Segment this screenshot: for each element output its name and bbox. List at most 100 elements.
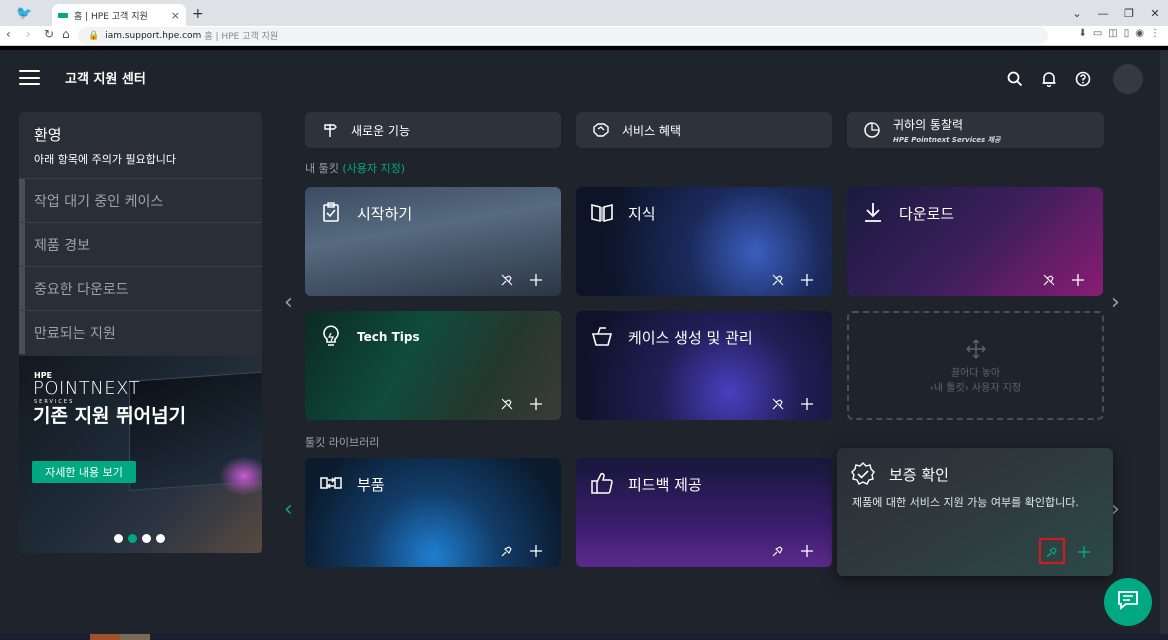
library-card-warranty[interactable]: 보증 확인 제품에 대한 서비스 지원 가능 여부를 확인합니다. bbox=[837, 448, 1113, 576]
library-chevron-left-icon[interactable]: ‹ bbox=[284, 497, 293, 522]
sidebar-item-pending-cases[interactable]: 작업 대기 중인 케이스 bbox=[19, 178, 262, 222]
tool-card-title: Tech Tips bbox=[357, 330, 420, 344]
back-icon[interactable]: ‹ bbox=[6, 27, 11, 41]
hamburger-menu-icon[interactable] bbox=[19, 70, 40, 85]
move-icon[interactable] bbox=[800, 544, 814, 558]
unpin-icon[interactable] bbox=[500, 397, 514, 411]
download-icon bbox=[861, 200, 885, 224]
unpin-icon[interactable] bbox=[1042, 273, 1056, 287]
learn-more-button[interactable]: 자세한 내용 보기 bbox=[32, 461, 136, 483]
browser-tab-active[interactable]: 홈 | HPE 고객 지원 × bbox=[52, 4, 186, 26]
tool-card-case-management[interactable]: 케이스 생성 및 관리 bbox=[576, 311, 832, 420]
move-icon[interactable] bbox=[529, 544, 543, 558]
move-icon[interactable] bbox=[529, 397, 543, 411]
welcome-panel: 환영 아래 항목에 주의가 필요합니다 작업 대기 중인 케이스 제품 경보 중… bbox=[19, 112, 262, 553]
sidebar-item-label: 제품 경보 bbox=[34, 237, 90, 254]
pin-highlight-box bbox=[1039, 538, 1065, 564]
sidebar-item-label: 중요한 다운로드 bbox=[34, 281, 129, 298]
quick-link-label: 귀하의 통찰력 bbox=[893, 117, 964, 132]
tool-card-title: 시작하기 bbox=[357, 205, 413, 223]
card-controls bbox=[1042, 273, 1085, 287]
tool-card-knowledge[interactable]: 지식 bbox=[576, 187, 832, 296]
carousel-dot[interactable] bbox=[114, 534, 123, 543]
move-icon[interactable] bbox=[1071, 273, 1085, 287]
sidebar-item-expiring-support[interactable]: 만료되는 지원 bbox=[19, 310, 262, 354]
carousel-dot-active[interactable] bbox=[128, 534, 137, 543]
card-controls bbox=[771, 273, 814, 287]
sidebar-item-important-downloads[interactable]: 중요한 다운로드 bbox=[19, 266, 262, 310]
window-controls: ⌄ — ❐ ✕ bbox=[1064, 0, 1168, 26]
hpe-favicon bbox=[58, 12, 68, 18]
promo-glow-decoration bbox=[219, 456, 262, 496]
new-tab-button[interactable]: + bbox=[192, 6, 204, 22]
carousel-dot[interactable] bbox=[156, 534, 165, 543]
carousel-dot[interactable] bbox=[142, 534, 151, 543]
signpost-icon bbox=[321, 121, 339, 139]
minimize-icon[interactable]: — bbox=[1090, 0, 1116, 26]
app-header: 고객 지원 센터 bbox=[0, 50, 1160, 104]
help-icon[interactable] bbox=[1073, 69, 1093, 89]
unpin-icon[interactable] bbox=[771, 273, 785, 287]
restore-icon[interactable]: ❐ bbox=[1116, 0, 1142, 26]
move-icon[interactable] bbox=[800, 273, 814, 287]
move-icon[interactable] bbox=[1077, 545, 1091, 559]
promo-headline: 기존 지원 뛰어넘기 bbox=[33, 405, 187, 427]
quick-link-label: 새로운 기능 bbox=[351, 123, 411, 138]
tab-search-icon[interactable]: ⌄ bbox=[1064, 0, 1090, 26]
tool-card-getting-started[interactable]: 시작하기 bbox=[305, 187, 561, 296]
sidebar-item-label: 작업 대기 중인 케이스 bbox=[34, 193, 164, 210]
bell-icon[interactable] bbox=[1039, 69, 1059, 89]
toolkit-drop-zone[interactable]: 끌어다 놓아 ‹내 툴킷› 사용자 지정 bbox=[847, 311, 1104, 420]
quick-link-sublabel: HPE Pointnext Services 제공 bbox=[893, 135, 1001, 144]
card-controls bbox=[771, 544, 814, 558]
tool-card-title: 다운로드 bbox=[899, 205, 955, 223]
profile-icon[interactable]: ◉ bbox=[1135, 28, 1144, 39]
drop-zone-text-2: ‹내 툴킷› 사용자 지정 bbox=[929, 383, 1022, 394]
cast-icon[interactable]: ▭ bbox=[1093, 28, 1102, 39]
address-bar: ‹ › ↻ ⌂ 🔒 iam.support.hpe.com 홈 | HPE 고객… bbox=[0, 26, 1168, 46]
screenshot-icon[interactable]: ◫ bbox=[1108, 28, 1117, 39]
twitter-tab-icon[interactable]: 🐦 bbox=[0, 4, 50, 26]
close-window-icon[interactable]: ✕ bbox=[1142, 0, 1168, 26]
service-benefits-button[interactable]: 서비스 혜택 bbox=[576, 112, 832, 148]
pin-icon[interactable] bbox=[771, 544, 785, 558]
page-scrollbar[interactable] bbox=[1160, 50, 1168, 636]
search-icon[interactable] bbox=[1005, 69, 1025, 89]
chat-icon bbox=[1117, 590, 1139, 614]
pin-icon[interactable] bbox=[500, 544, 514, 558]
move-icon bbox=[849, 339, 1102, 362]
url-page-title: 홈 | HPE 고객 지원 bbox=[204, 32, 279, 42]
promo-banner[interactable]: HPE POINTNEXT SERVICES 기존 지원 뛰어넘기 자세한 내용… bbox=[19, 356, 262, 553]
tab-title: 홈 | HPE 고객 지원 bbox=[74, 11, 148, 22]
forward-icon[interactable]: › bbox=[26, 27, 31, 41]
chat-button[interactable] bbox=[1104, 578, 1152, 626]
reload-icon[interactable]: ↻ bbox=[44, 27, 54, 41]
taskbar-item[interactable] bbox=[120, 634, 150, 640]
carousel-dots bbox=[114, 534, 165, 543]
sidepanel-icon[interactable]: ▯ bbox=[1124, 28, 1130, 39]
move-icon[interactable] bbox=[529, 273, 543, 287]
browser-tabbar: 🐦 홈 | HPE 고객 지원 × + ⌄ — ❐ ✕ bbox=[0, 0, 1168, 26]
your-insights-button[interactable]: 귀하의 통찰력 HPE Pointnext Services 제공 bbox=[847, 112, 1104, 148]
move-icon[interactable] bbox=[800, 397, 814, 411]
url-field[interactable]: 🔒 iam.support.hpe.com 홈 | HPE 고객 지원 bbox=[78, 27, 1048, 44]
tool-card-tech-tips[interactable]: Tech Tips bbox=[305, 311, 561, 420]
menu-icon[interactable]: ⋮ bbox=[1150, 28, 1160, 39]
sidebar-item-product-alerts[interactable]: 제품 경보 bbox=[19, 222, 262, 266]
welcome-title: 환영 bbox=[34, 126, 62, 144]
extensions-icon[interactable]: ⬇ bbox=[1078, 28, 1086, 39]
whats-new-button[interactable]: 새로운 기능 bbox=[305, 112, 561, 148]
unpin-icon[interactable] bbox=[500, 273, 514, 287]
customize-link[interactable]: (사용자 지정) bbox=[342, 162, 405, 175]
chevron-left-icon[interactable]: ‹ bbox=[284, 290, 293, 315]
library-card-parts[interactable]: 부품 bbox=[305, 458, 561, 567]
taskbar-item[interactable] bbox=[90, 634, 120, 640]
home-icon[interactable]: ⌂ bbox=[62, 27, 70, 41]
chevron-right-icon[interactable]: › bbox=[1111, 290, 1120, 315]
close-tab-icon[interactable]: × bbox=[171, 9, 180, 22]
avatar[interactable] bbox=[1113, 64, 1143, 94]
library-card-feedback[interactable]: 피드백 제공 bbox=[576, 458, 832, 567]
basket-icon bbox=[590, 324, 614, 348]
tool-card-downloads[interactable]: 다운로드 bbox=[847, 187, 1103, 296]
unpin-icon[interactable] bbox=[771, 397, 785, 411]
